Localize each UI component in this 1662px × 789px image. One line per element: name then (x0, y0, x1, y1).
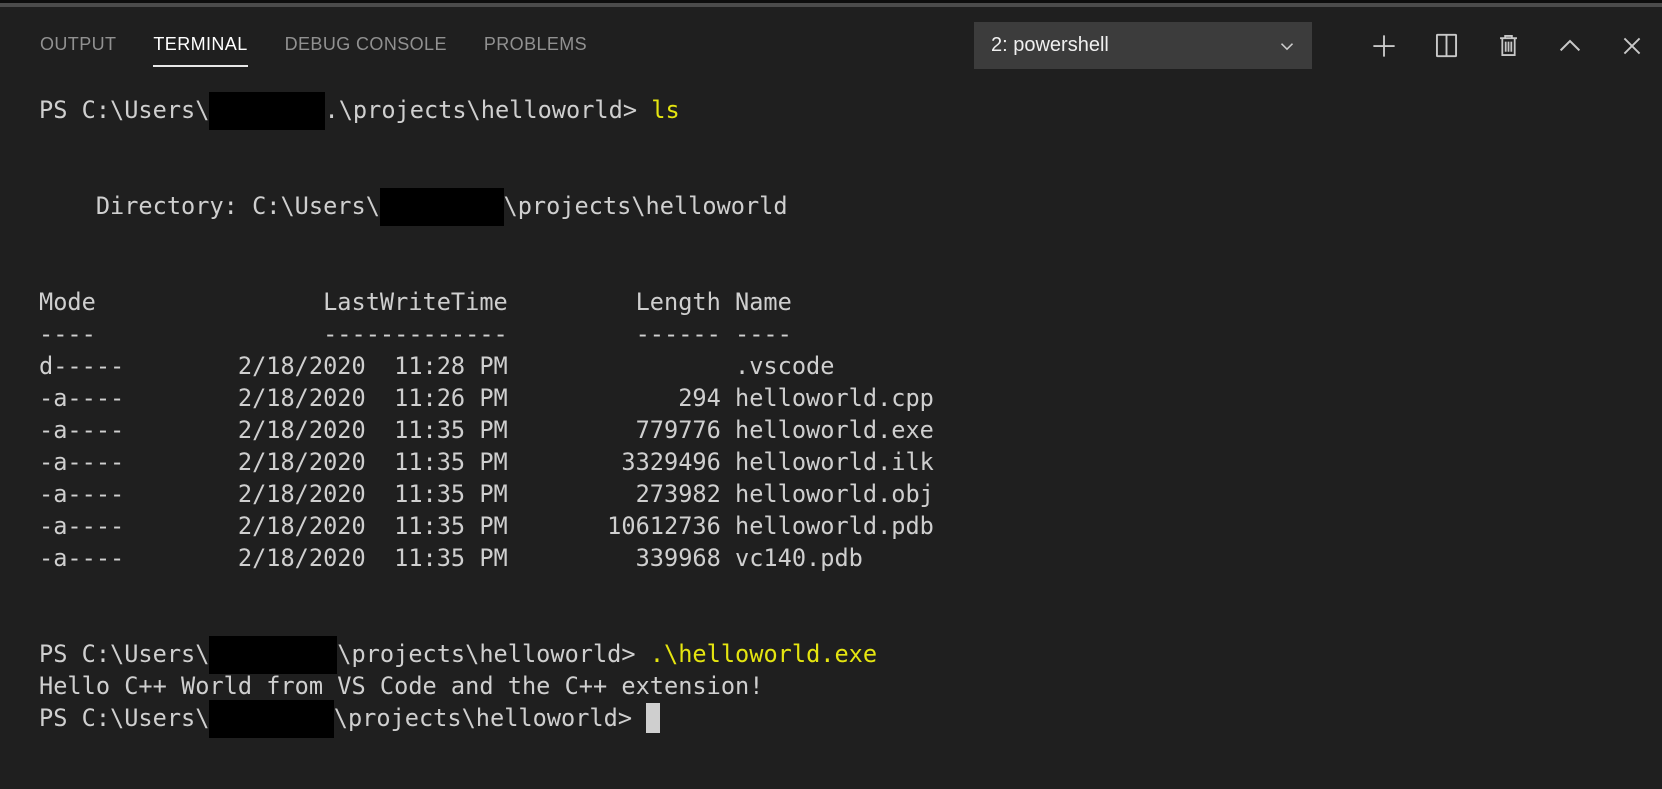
tab-terminal[interactable]: TERMINAL (153, 20, 248, 71)
terminal-text: -a---- 2/18/2020 11:35 PM 3329496 hellow… (39, 448, 934, 476)
terminal-line: -a---- 2/18/2020 11:26 PM 294 helloworld… (39, 382, 1662, 414)
terminal-line: PS C:\Users\ \projects\helloworld> .\hell… (39, 636, 1662, 674)
panel-tab-bar: OUTPUT TERMINAL DEBUG CONSOLE PROBLEMS (40, 20, 624, 71)
terminal-text: Directory: C:\Users\ (39, 192, 380, 220)
terminal-text: Hello C++ World from VS Code and the C++… (39, 672, 764, 700)
terminal-line: -a---- 2/18/2020 11:35 PM 10612736 hello… (39, 510, 1662, 542)
terminal-line: -a---- 2/18/2020 11:35 PM 779776 hellowo… (39, 414, 1662, 446)
terminal-line: ---- ------------- ------ ---- (39, 318, 1662, 350)
terminal-text: -a---- 2/18/2020 11:35 PM 779776 hellowo… (39, 416, 934, 444)
close-icon (1618, 32, 1646, 60)
chevron-up-icon (1555, 31, 1585, 61)
terminal-command-text: ls (651, 96, 680, 124)
terminal-text: PS C:\Users\ (39, 640, 210, 668)
plus-icon (1369, 31, 1399, 61)
terminal-text: -a---- 2/18/2020 11:26 PM 294 helloworld… (39, 384, 934, 412)
maximize-panel-button[interactable] (1552, 28, 1588, 64)
terminal-line: Hello C++ World from VS Code and the C++… (39, 670, 1662, 702)
terminal-line: d----- 2/18/2020 11:28 PM .vscode (39, 350, 1662, 382)
terminal-select-value: 2: powershell (991, 34, 1109, 56)
terminal-line: PS C:\Users\ .\projects\helloworld> ls (39, 92, 1662, 130)
terminal-output[interactable]: PS C:\Users\ .\projects\helloworld> ls Di… (0, 84, 1662, 738)
terminal-text: \projects\helloworld> (333, 704, 647, 732)
redacted-username (209, 700, 334, 738)
terminal-text: .\projects\helloworld> (324, 96, 652, 124)
redacted-username (209, 636, 338, 674)
terminal-line: PS C:\Users\ \projects\helloworld> (39, 700, 1662, 738)
terminal-text: PS C:\Users\ (39, 96, 210, 124)
terminal-text: \projects\helloworld (503, 192, 788, 220)
kill-terminal-button[interactable] (1490, 28, 1526, 64)
terminal-cursor (646, 703, 661, 733)
redacted-username (379, 188, 504, 226)
trash-icon (1495, 32, 1522, 59)
terminal-text: -a---- 2/18/2020 11:35 PM 339968 vc140.p… (39, 544, 863, 572)
split-terminal-button[interactable] (1428, 28, 1464, 64)
terminal-text: -a---- 2/18/2020 11:35 PM 10612736 hello… (39, 512, 934, 540)
chevron-down-icon (1276, 35, 1298, 57)
split-icon (1433, 32, 1460, 59)
terminal-text: d----- 2/18/2020 11:28 PM .vscode (39, 352, 835, 380)
redacted-username (209, 92, 325, 130)
terminal-line: -a---- 2/18/2020 11:35 PM 3329496 hellow… (39, 446, 1662, 478)
terminal-command-text: .\helloworld.exe (649, 640, 878, 668)
terminal-text: Mode LastWriteTime Length Name (39, 288, 792, 316)
new-terminal-button[interactable] (1366, 28, 1402, 64)
tab-debug-console[interactable]: DEBUG CONSOLE (285, 20, 447, 71)
terminal-line: Directory: C:\Users\ \projects\helloworld (39, 188, 1662, 226)
terminal-text: -a---- 2/18/2020 11:35 PM 273982 hellowo… (39, 480, 934, 508)
terminal-text: \projects\helloworld> (337, 640, 650, 668)
terminal-text: ---- ------------- ------ ---- (39, 320, 792, 348)
terminal-text: PS C:\Users\ (39, 704, 210, 732)
tab-output[interactable]: OUTPUT (40, 20, 116, 71)
close-panel-button[interactable] (1614, 28, 1650, 64)
terminal-select-dropdown[interactable]: 2: powershell (974, 22, 1312, 69)
tab-problems[interactable]: PROBLEMS (484, 20, 587, 71)
terminal-line: -a---- 2/18/2020 11:35 PM 339968 vc140.p… (39, 542, 1662, 574)
terminal-line: Mode LastWriteTime Length Name (39, 286, 1662, 318)
terminal-line: -a---- 2/18/2020 11:35 PM 273982 hellowo… (39, 478, 1662, 510)
panel-header: OUTPUT TERMINAL DEBUG CONSOLE PROBLEMS 2… (0, 7, 1662, 84)
